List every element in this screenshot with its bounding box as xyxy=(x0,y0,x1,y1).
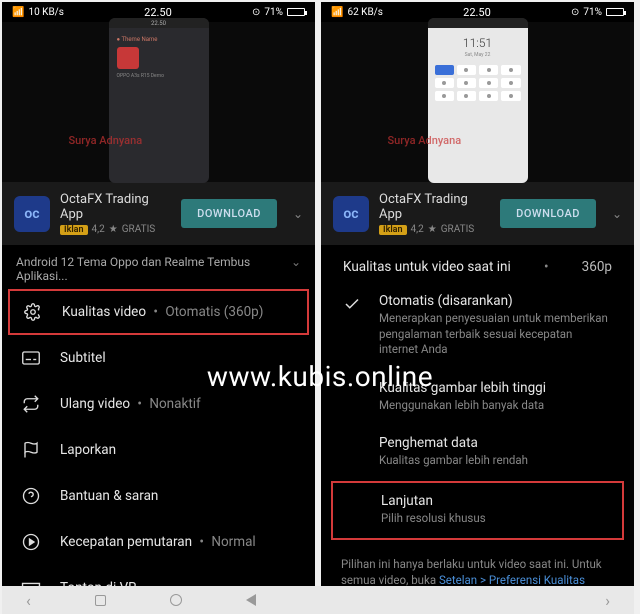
quality-auto-title: Otomatis (disarankan) xyxy=(379,293,614,309)
alarm-icon: ⊙ xyxy=(571,7,579,18)
help-icon xyxy=(20,485,42,507)
ad-badge: Iklan xyxy=(60,225,88,235)
chevron-down-icon[interactable]: ⌄ xyxy=(291,255,301,269)
download-button[interactable]: DOWNLOAD xyxy=(181,199,277,228)
ad-banner[interactable]: oc OctaFX Trading App Iklan 4,2 ★ GRATIS… xyxy=(2,182,315,245)
ad-rating: 4,2 xyxy=(411,224,424,235)
quality-higher-title: Kualitas gambar lebih tinggi xyxy=(379,380,614,396)
ad-app-icon: oc xyxy=(333,196,369,232)
menu-quality[interactable]: Kualitas video • Otomatis (360p) xyxy=(8,289,309,335)
loop-icon xyxy=(20,393,42,415)
menu-captions[interactable]: Subtitel xyxy=(2,335,315,381)
battery-pct: 71% xyxy=(264,7,283,18)
battery-icon xyxy=(287,8,305,16)
menu-loop[interactable]: Ulang video • Nonaktif xyxy=(2,381,315,427)
menu-help-label: Bantuan & saran xyxy=(60,488,297,504)
play-speed-icon xyxy=(20,531,42,553)
menu-speed[interactable]: Kecepatan pemutaran • Normal xyxy=(2,519,315,565)
quality-auto[interactable]: Otomatis (disarankan) Menerapkan penyesu… xyxy=(321,283,634,370)
quality-advanced[interactable]: Lanjutan Pilih resolusi khusus xyxy=(331,481,624,541)
menu-speed-label: Kecepatan pemutaran xyxy=(60,534,192,550)
video-title: Android 12 Tema Oppo dan Realme Tembus A… xyxy=(16,255,291,283)
battery-pct: 71% xyxy=(583,7,602,18)
quality-saver[interactable]: Penghemat data Kualitas gambar lebih ren… xyxy=(321,425,634,481)
ad-app-icon: oc xyxy=(14,196,50,232)
android-nav-bar: ‹ › xyxy=(2,586,634,614)
menu-loop-label: Ulang video xyxy=(60,396,130,412)
star-icon: ★ xyxy=(428,224,437,235)
net-speed: 10 KB/s xyxy=(28,7,64,18)
signal-icon: 📶 xyxy=(12,7,24,18)
captions-icon xyxy=(20,347,42,369)
video-player-area[interactable]: 11:51 Sat, May 22 Surya Adnyana xyxy=(321,22,634,182)
chevron-down-icon[interactable]: ⌄ xyxy=(293,207,303,221)
phone-right: 📶 62 KB/s 22.50 ⊙ 71% 11:51 Sat, May 22 xyxy=(321,2,634,587)
status-time: 22.50 xyxy=(463,6,491,19)
nav-back-chevron[interactable]: ‹ xyxy=(26,591,31,610)
ad-free: GRATIS xyxy=(122,224,156,235)
footer-note: Pilihan ini hanya berlaku untuk video sa… xyxy=(321,544,634,587)
ad-info: OctaFX Trading App Iklan 4,2 ★ GRATIS xyxy=(379,192,490,235)
gear-icon xyxy=(22,301,44,323)
video-watermark: Surya Adnyana xyxy=(69,134,143,147)
signal-icon: 📶 xyxy=(331,7,343,18)
nav-back-icon[interactable] xyxy=(246,594,256,606)
menu-quality-value: Otomatis (360p) xyxy=(165,304,263,320)
check-icon xyxy=(341,293,363,315)
menu-loop-value: Nonaktif xyxy=(149,396,200,412)
download-button[interactable]: DOWNLOAD xyxy=(500,199,596,228)
nav-forward-chevron[interactable]: › xyxy=(605,591,610,610)
chevron-down-icon[interactable]: ⌄ xyxy=(612,207,622,221)
video-thumbnail: 11:51 Sat, May 22 xyxy=(428,18,528,183)
net-speed: 62 KB/s xyxy=(347,7,383,18)
alarm-icon: ⊙ xyxy=(252,7,260,18)
menu-quality-label: Kualitas video xyxy=(62,304,146,320)
quality-advanced-desc: Pilih resolusi khusus xyxy=(381,511,612,527)
ad-free: GRATIS xyxy=(441,224,475,235)
ad-banner[interactable]: oc OctaFX Trading App Iklan 4,2 ★ GRATIS… xyxy=(321,182,634,245)
ad-title: OctaFX Trading App xyxy=(379,192,490,222)
quality-options: Otomatis (disarankan) Menerapkan penyesu… xyxy=(321,283,634,544)
video-title-row[interactable]: Android 12 Tema Oppo dan Realme Tembus A… xyxy=(2,245,315,289)
quality-advanced-title: Lanjutan xyxy=(381,493,612,509)
video-thumbnail: 22.50 ● Theme Name OPPO A3s R15 Demo xyxy=(109,18,209,183)
quality-saver-desc: Kualitas gambar lebih rendah xyxy=(379,453,614,469)
ad-rating: 4,2 xyxy=(92,224,105,235)
video-watermark: Surya Adnyana xyxy=(388,134,462,147)
status-time: 22.50 xyxy=(144,6,172,19)
thumb-date: Sat, May 22 xyxy=(432,52,524,62)
nav-home-icon[interactable] xyxy=(170,594,182,606)
ad-title: OctaFX Trading App xyxy=(60,192,171,222)
quality-saver-title: Penghemat data xyxy=(379,435,614,451)
quality-higher[interactable]: Kualitas gambar lebih tinggi Menggunakan… xyxy=(321,370,634,426)
quality-auto-desc: Menerapkan penyesuaian untuk memberikan … xyxy=(379,311,614,358)
phone-left: 📶 10 KB/s 22.50 ⊙ 71% 22.50 ● Theme Name… xyxy=(2,2,315,587)
menu-report-label: Laporkan xyxy=(60,442,297,458)
nav-recents-icon[interactable] xyxy=(95,595,106,606)
settings-menu: Kualitas video • Otomatis (360p) Subtite… xyxy=(2,289,315,587)
video-player-area[interactable]: 22.50 ● Theme Name OPPO A3s R15 Demo Sur… xyxy=(2,22,315,182)
quality-header-label: Kualitas untuk video saat ini xyxy=(343,259,511,275)
menu-captions-label: Subtitel xyxy=(60,350,297,366)
menu-vr[interactable]: Tonton di VR xyxy=(2,565,315,587)
ad-badge: Iklan xyxy=(379,225,407,235)
battery-icon xyxy=(606,8,624,16)
thumb-clock: 11:51 xyxy=(432,32,524,52)
quality-higher-desc: Menggunakan lebih banyak data xyxy=(379,398,614,414)
menu-speed-value: Normal xyxy=(211,534,255,550)
ad-info: OctaFX Trading App Iklan 4,2 ★ GRATIS xyxy=(60,192,171,235)
menu-report[interactable]: Laporkan xyxy=(2,427,315,473)
star-icon: ★ xyxy=(109,224,118,235)
menu-help[interactable]: Bantuan & saran xyxy=(2,473,315,519)
flag-icon xyxy=(20,439,42,461)
quality-header: Kualitas untuk video saat ini • 360p xyxy=(321,245,634,283)
quality-header-value: 360p xyxy=(582,259,612,275)
